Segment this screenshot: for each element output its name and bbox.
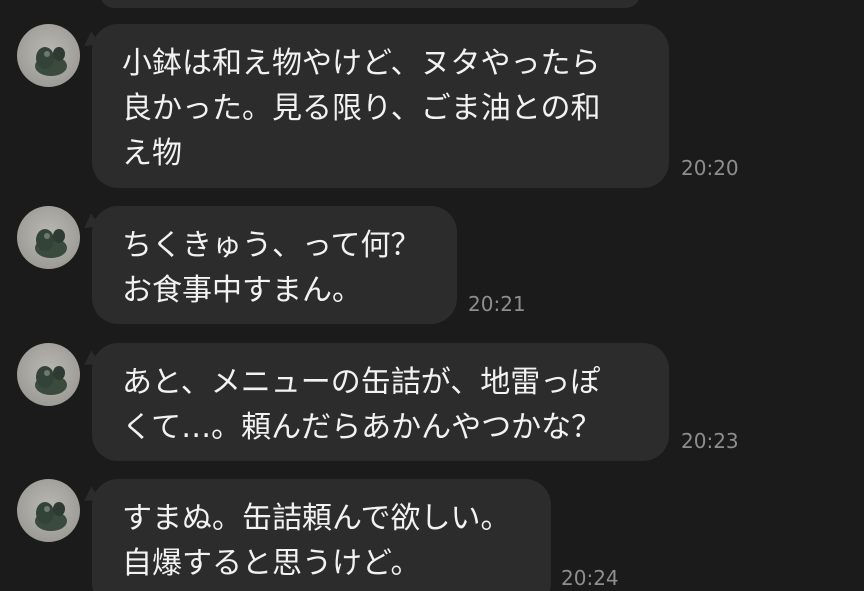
- avatar-photo-icon: [35, 502, 67, 531]
- message-timestamp: 20:21: [468, 292, 526, 316]
- message-text-line: あと、メニューの缶詰が、地雷っぽ: [122, 365, 601, 400]
- message-timestamp: 20:24: [561, 566, 619, 590]
- avatar-photo-icon: [35, 229, 67, 258]
- bubble-tail: [79, 213, 101, 235]
- bubble-tail: [79, 350, 101, 372]
- message-text-line: くて…。頼んだらあかんやつかな？: [122, 410, 602, 445]
- message-bubble[interactable]: ちくきゅう、って何？ お食事中すまん。: [79, 206, 457, 324]
- avatar-photo-icon: [35, 47, 67, 76]
- previous-message-bubble[interactable]: [100, 0, 640, 8]
- message-bubble[interactable]: 小鉢は和え物やけど、ヌタやったら 良かった。見る限り、ごま油との和 え物: [79, 24, 669, 188]
- message-text-line: 良かった。見る限り、ごま油との和: [122, 91, 601, 126]
- avatar[interactable]: [17, 479, 80, 542]
- chat-thread[interactable]: 小鉢は和え物やけど、ヌタやったら 良かった。見る限り、ごま油との和 え物 20:…: [0, 0, 864, 591]
- message-text-line: お食事中すまん。: [122, 273, 362, 308]
- avatar[interactable]: [17, 24, 80, 87]
- message-bubble[interactable]: あと、メニューの缶詰が、地雷っぽ くて…。頼んだらあかんやつかな？: [79, 343, 669, 461]
- message-timestamp: 20:20: [681, 156, 739, 180]
- avatar[interactable]: [17, 206, 80, 269]
- bubble-tail: [79, 31, 101, 53]
- message-text-line: すまぬ。缶詰頼んで欲しい。: [122, 501, 511, 536]
- message-timestamp: 20:23: [681, 429, 739, 453]
- message-text-line: え物: [122, 136, 182, 171]
- bubble-tail: [79, 486, 101, 508]
- avatar-photo-icon: [35, 366, 67, 395]
- message-text-line: 自爆すると思うけど。: [122, 546, 421, 581]
- message-text-line: ちくきゅう、って何？: [122, 228, 421, 263]
- avatar[interactable]: [17, 343, 80, 406]
- message-text-line: 小鉢は和え物やけど、ヌタやったら: [122, 46, 601, 81]
- message-bubble[interactable]: すまぬ。缶詰頼んで欲しい。 自爆すると思うけど。: [79, 479, 551, 591]
